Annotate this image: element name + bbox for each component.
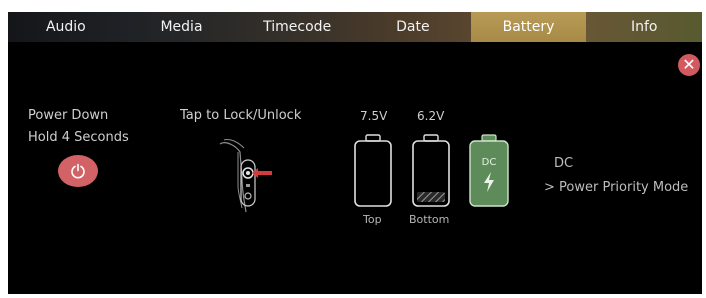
bottom-battery-label: Bottom [409,213,450,226]
tab-battery[interactable]: Battery [470,12,587,42]
close-icon: ✕ [682,55,696,74]
top-voltage: 7.5V [360,109,388,123]
tab-info[interactable]: Info [586,12,702,42]
tab-bar: Audio Media Timecode Date Battery Info [8,12,702,42]
dc-status-label: DC [554,156,574,171]
bottom-voltage: 6.2V [417,109,445,123]
lock-switch-icon [219,139,272,213]
power-icon [71,163,85,179]
power-down-label: Power Down [28,108,109,123]
tab-timecode[interactable]: Timecode [239,12,355,42]
tab-date[interactable]: Date [355,12,471,42]
power-hold-label: Hold 4 Seconds [28,130,129,145]
top-battery-icon [354,134,392,207]
lock-label: Tap to Lock/Unlock [180,108,302,123]
power-priority-mode-link[interactable]: > Power Priority Mode [544,180,688,195]
top-battery-label: Top [363,213,382,226]
tab-media[interactable]: Media [124,12,240,42]
tab-audio[interactable]: Audio [8,12,124,42]
dc-battery-label: DC [481,157,497,168]
close-button[interactable]: ✕ [678,54,700,76]
battery-screen: Audio Media Timecode Date Battery Info ✕… [8,12,702,294]
bottom-battery-icon [412,134,450,207]
dc-battery-icon [469,134,509,207]
power-button[interactable] [58,155,98,187]
